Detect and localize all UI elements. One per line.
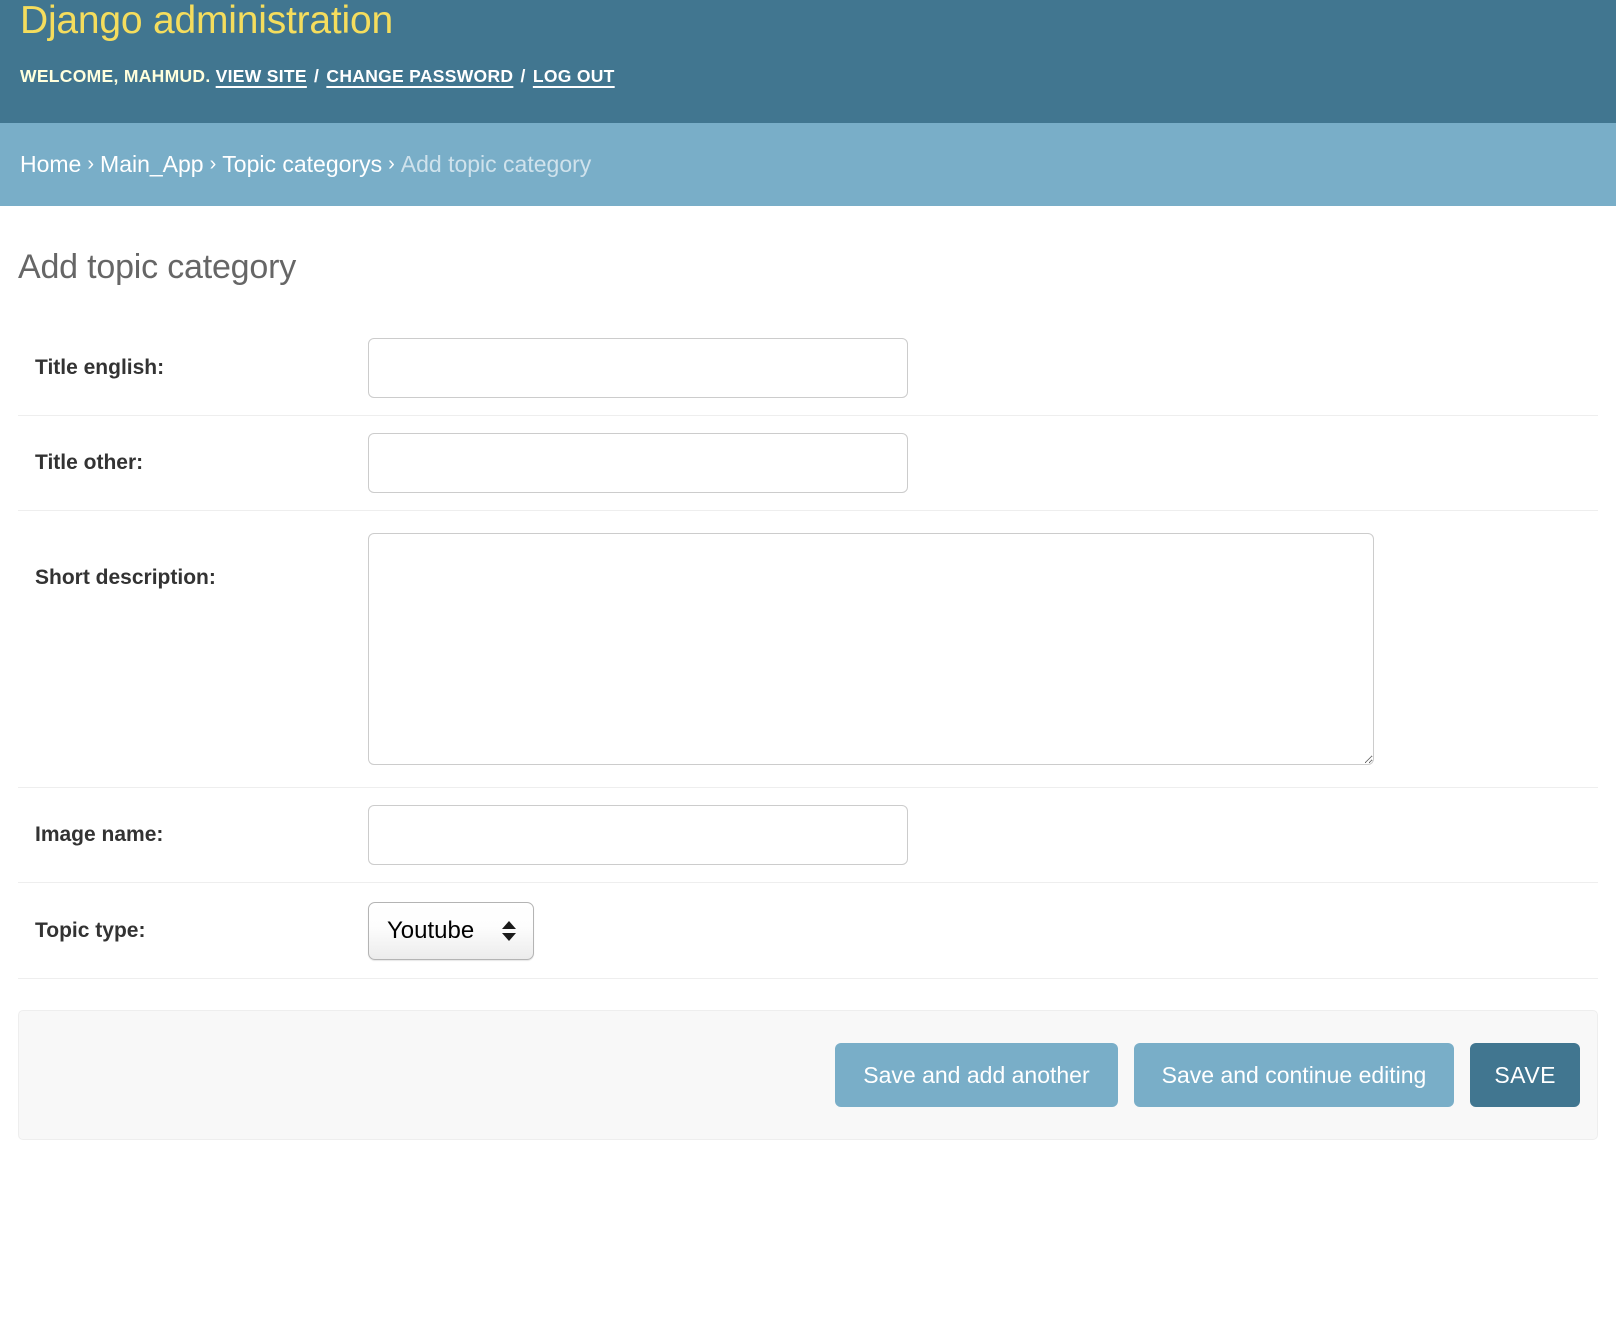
breadcrumb-item-main-app[interactable]: Main_App — [100, 151, 204, 178]
breadcrumb-item-current: Add topic category — [400, 151, 592, 177]
control-topic-type: Youtube — [368, 901, 1598, 960]
control-image-name — [368, 805, 1598, 865]
topic-type-select-wrapper: Youtube — [368, 901, 534, 960]
title-other-input[interactable] — [368, 433, 908, 493]
label-title-other: Title other: — [35, 451, 144, 475]
form-row-title-english: Title english: — [18, 321, 1598, 416]
welcome-text: WELCOME, — [20, 66, 119, 86]
branding: Django administration — [20, 0, 393, 45]
control-title-english — [368, 338, 1598, 398]
footer-spacer — [0, 1140, 1616, 1220]
submit-row: Save and add another Save and continue e… — [18, 1010, 1598, 1140]
content-area: Add topic category Title english: Title … — [0, 206, 1616, 1220]
user-tools-separator-2: / — [520, 66, 526, 86]
breadcrumb-separator-3: › — [388, 153, 395, 175]
title-english-input[interactable] — [368, 338, 908, 398]
save-and-add-another-button[interactable]: Save and add another — [835, 1043, 1118, 1107]
short-description-textarea[interactable] — [368, 533, 1374, 765]
save-button[interactable]: SAVE — [1470, 1043, 1580, 1107]
control-title-other — [368, 433, 1598, 493]
username-label: MAHMUD. — [123, 66, 211, 86]
admin-header: Django administration WELCOME, MAHMUD. V… — [0, 0, 1616, 123]
save-and-continue-editing-button[interactable]: Save and continue editing — [1133, 1043, 1455, 1107]
label-short-description: Short description: — [35, 566, 216, 589]
control-short-description — [368, 533, 1598, 765]
form-row-title-other: Title other: — [18, 416, 1598, 511]
label-topic-type: Topic type: — [35, 918, 146, 942]
label-title-english: Title english: — [35, 356, 165, 380]
topic-category-form: Title english: Title other: Short descri… — [18, 321, 1598, 1140]
image-name-input[interactable] — [368, 805, 908, 865]
view-site-link[interactable]: VIEW SITE — [216, 66, 307, 86]
content-main: Add topic category Title english: Title … — [0, 206, 1616, 1140]
form-row-short-description: Short description: — [18, 511, 1598, 788]
page-title: Add topic category — [18, 248, 297, 286]
label-image-name: Image name: — [35, 823, 164, 847]
breadcrumb-separator-2: › — [209, 153, 217, 175]
user-tools-separator-1: / — [314, 66, 320, 86]
form-row-image-name: Image name: — [18, 788, 1598, 883]
breadcrumb-item-home[interactable]: Home — [20, 151, 81, 178]
change-password-link[interactable]: CHANGE PASSWORD — [326, 66, 513, 86]
site-name[interactable]: Django administration — [20, 0, 393, 45]
breadcrumb-item-topic-categorys[interactable]: Topic categorys — [222, 151, 382, 178]
topic-type-select[interactable]: Youtube — [368, 901, 534, 960]
form-row-topic-type: Topic type: Youtube — [18, 883, 1598, 979]
breadcrumb: Home › Main_App › Topic categorys › Add … — [0, 123, 1616, 206]
breadcrumb-separator-1: › — [87, 153, 95, 175]
log-out-link[interactable]: LOG OUT — [533, 66, 615, 86]
user-tools: WELCOME, MAHMUD. VIEW SITE / CHANGE PASS… — [20, 66, 615, 87]
